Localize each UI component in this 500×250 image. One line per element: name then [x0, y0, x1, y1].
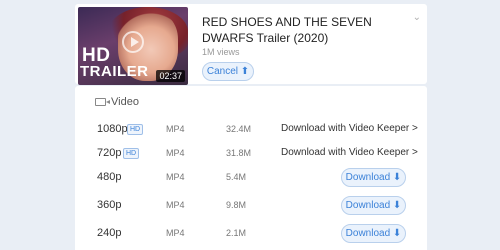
format-label: MP4: [166, 200, 185, 210]
play-icon: [122, 31, 144, 53]
video-duration: 02:37: [156, 70, 185, 82]
resolution-label: 240p: [97, 227, 122, 239]
thumbnail-trailer-text: TRAILER: [80, 63, 149, 80]
file-size: 31.8M: [226, 148, 252, 158]
format-label: MP4: [166, 228, 185, 238]
file-size: 32.4M: [226, 124, 252, 134]
hd-badge: HD: [123, 148, 140, 159]
video-title[interactable]: RED SHOES AND THE SEVEN DWARFS Trailer (…: [202, 14, 412, 46]
cancel-button[interactable]: Cancel ⬆: [202, 62, 254, 81]
file-size: 2.1M: [226, 228, 247, 238]
file-size: 5.4M: [226, 172, 247, 182]
chevron-down-icon[interactable]: ⌄: [413, 12, 421, 23]
video-views: 1M views: [202, 47, 240, 57]
video-thumbnail[interactable]: HD TRAILER 02:37: [78, 7, 188, 85]
video-icon: [95, 98, 106, 106]
format-row-1080p: 1080p HD MP4 32.4M Download with Video K…: [75, 120, 427, 140]
formats-panel: Video 1080p HD MP4 32.4M Download with V…: [75, 86, 427, 250]
resolution-label: 1080p: [97, 123, 128, 135]
format-row-480p: 480p MP4 5.4M Download ⬇: [75, 168, 427, 188]
download-button[interactable]: Download ⬇: [341, 196, 406, 215]
section-header: Video: [95, 96, 139, 108]
section-title: Video: [111, 96, 139, 108]
format-row-720p: 720p HD MP4 31.8M Download with Video Ke…: [75, 144, 427, 164]
resolution-label: 480p: [97, 171, 122, 183]
download-with-keeper-link[interactable]: Download with Video Keeper >: [281, 123, 418, 134]
format-label: MP4: [166, 172, 185, 182]
download-button[interactable]: Download ⬇: [341, 224, 406, 243]
download-with-keeper-link[interactable]: Download with Video Keeper >: [281, 147, 418, 158]
file-size: 9.8M: [226, 200, 247, 210]
video-card: HD TRAILER 02:37 RED SHOES AND THE SEVEN…: [75, 4, 427, 85]
format-row-240p: 240p MP4 2.1M Download ⬇: [75, 224, 427, 244]
format-row-360p: 360p MP4 9.8M Download ⬇: [75, 196, 427, 216]
resolution-label: 360p: [97, 199, 122, 211]
format-label: MP4: [166, 148, 185, 158]
resolution-label: 720p: [97, 147, 122, 159]
hd-badge: HD: [127, 124, 144, 135]
download-button[interactable]: Download ⬇: [341, 168, 406, 187]
format-label: MP4: [166, 124, 185, 134]
